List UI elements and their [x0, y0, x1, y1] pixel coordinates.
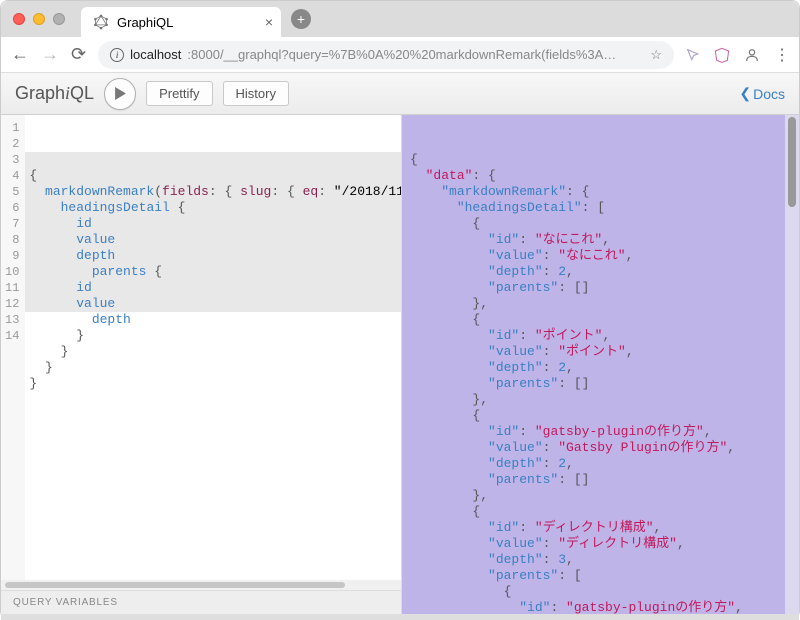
new-tab-button[interactable]: + [291, 9, 311, 29]
site-info-icon[interactable]: i [110, 48, 124, 62]
bookmark-icon[interactable]: ☆ [650, 47, 662, 63]
minimize-window-button[interactable] [33, 13, 45, 25]
execute-query-button[interactable] [104, 78, 136, 110]
line-gutter: 1234567891011121314 [1, 115, 25, 580]
window-titlebar: GraphiQL × + [1, 1, 799, 37]
query-variables-header[interactable]: QUERY VARIABLES [1, 590, 401, 614]
user-profile-icon[interactable] [744, 45, 760, 65]
graphql-favicon-icon [93, 14, 109, 30]
url-path: :8000/__graphql?query=%7B%0A%20%20markdo… [187, 47, 644, 62]
horizontal-scrollbar[interactable] [1, 580, 401, 590]
prettify-button[interactable]: Prettify [146, 81, 212, 106]
browser-nav-bar: ← → ⟳ i localhost :8000/__graphql?query=%… [1, 37, 799, 73]
graphiql-main: 1234567891011121314 { markdownRemark(fie… [1, 115, 799, 614]
play-icon [115, 87, 126, 100]
traffic-lights [13, 13, 65, 25]
vertical-scrollbar[interactable] [785, 115, 799, 614]
query-editor[interactable]: 1234567891011121314 { markdownRemark(fie… [1, 115, 401, 580]
url-input[interactable]: i localhost :8000/__graphql?query=%7B%0A%… [98, 41, 674, 69]
result-pane[interactable]: { "data": { "markdownRemark": { "heading… [402, 115, 799, 614]
tab-title: GraphiQL [117, 15, 173, 30]
bottom-chrome-bar [1, 614, 799, 620]
forward-button[interactable]: → [41, 44, 59, 65]
result-json: { "data": { "markdownRemark": { "heading… [410, 152, 791, 614]
graphiql-logo: GraphiQL [15, 83, 94, 104]
browser-tab[interactable]: GraphiQL × [81, 7, 281, 37]
close-tab-icon[interactable]: × [265, 14, 273, 30]
url-host: localhost [130, 47, 181, 62]
docs-button[interactable]: ❮ Docs [739, 85, 785, 102]
reload-button[interactable]: ⟳ [71, 44, 86, 65]
query-editor-pane: 1234567891011121314 { markdownRemark(fie… [1, 115, 402, 614]
cursor-extension-icon[interactable] [686, 45, 700, 65]
graphiql-toolbar: GraphiQL Prettify History ❮ Docs [1, 73, 799, 115]
kebab-menu-icon[interactable]: ⋮ [774, 45, 789, 65]
angular-extension-icon[interactable] [714, 45, 730, 65]
maximize-window-button[interactable] [53, 13, 65, 25]
history-button[interactable]: History [223, 81, 289, 106]
query-code[interactable]: { markdownRemark(fields: { slug: { eq: "… [29, 168, 401, 392]
chevron-left-icon: ❮ [739, 85, 751, 102]
back-button[interactable]: ← [11, 44, 29, 65]
close-window-button[interactable] [13, 13, 25, 25]
